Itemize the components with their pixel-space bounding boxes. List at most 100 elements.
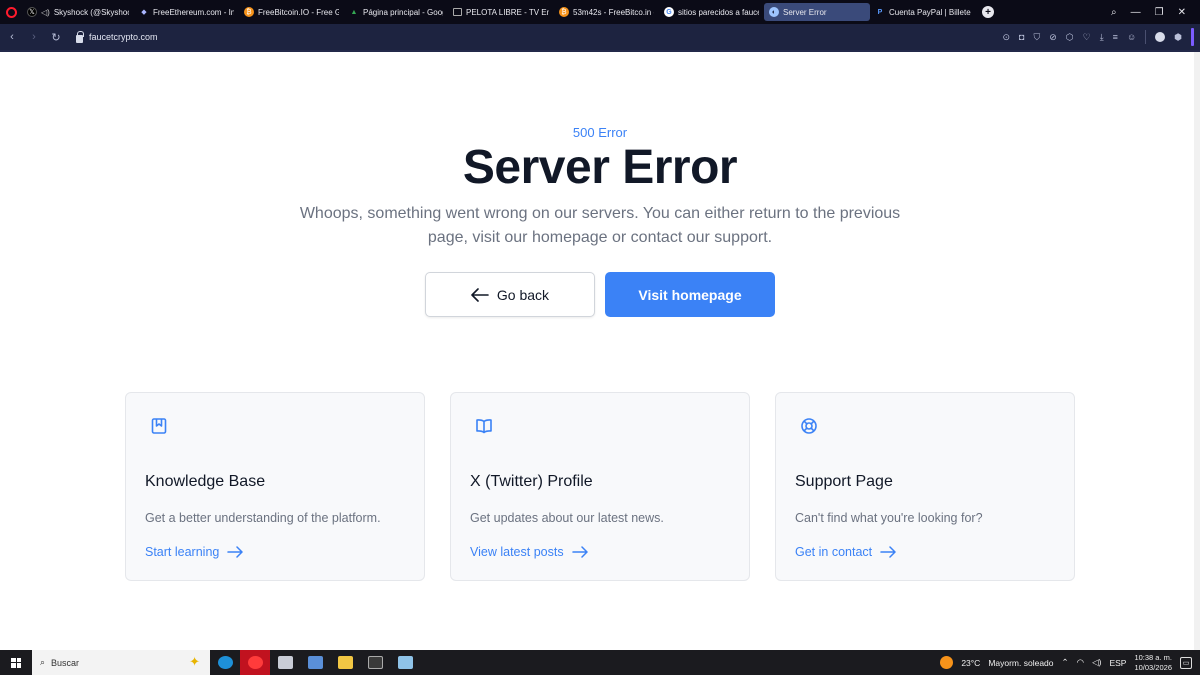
close-icon[interactable]: ✕ xyxy=(1178,7,1186,18)
lifebuoy-icon xyxy=(801,418,817,434)
vpn-shield-icon[interactable]: ⛉ xyxy=(1033,32,1040,43)
tab-skyshock[interactable]: 𝕏 ◁) Skyshock (@Skyshock xyxy=(22,3,134,21)
clapperboard-icon xyxy=(367,656,383,669)
bitcoin-icon: ₿ xyxy=(244,7,254,17)
folder-icon xyxy=(337,656,353,669)
search-placeholder: Buscar xyxy=(51,657,80,668)
system-tray: 23°C Mayorm. soleado ⌃ ◠ ◁) ESP 10:38 a.… xyxy=(940,653,1200,673)
arrow-right-icon xyxy=(571,546,588,558)
card-title: X (Twitter) Profile xyxy=(470,473,593,490)
tab-label: FreeBitcoin.IO - Free Gam xyxy=(258,7,339,17)
paypal-icon: P xyxy=(877,8,883,16)
window-controls: ⌕ — ❐ ✕ xyxy=(1111,7,1200,18)
opera-icon xyxy=(247,656,263,669)
language-indicator[interactable]: ESP xyxy=(1109,658,1126,668)
tab-google-search[interactable]: G sitios parecidos a faucetcr xyxy=(659,3,764,21)
volume-icon[interactable]: ◁) xyxy=(1092,657,1101,668)
chevron-up-icon[interactable]: ⌃ xyxy=(1062,657,1069,668)
tab-freeethereum[interactable]: ◆ FreeEthereum.com - Index xyxy=(134,3,239,21)
support-page-card: Support Page Can't find what you're look… xyxy=(775,392,1075,581)
error-code: 500 Error xyxy=(572,125,628,140)
download-icon[interactable]: ⤓ xyxy=(1100,32,1104,43)
divider xyxy=(1145,30,1147,44)
tab-paypal[interactable]: P Cuenta PayPal | Billetera m xyxy=(870,3,976,21)
x-icon: 𝕏 xyxy=(27,7,37,17)
card-link-label: Get in contact xyxy=(795,545,873,559)
menu-lines-icon[interactable]: ≡ xyxy=(1113,32,1118,42)
weather-temp[interactable]: 23°C xyxy=(961,658,980,668)
tab-freebitco-in[interactable]: ₿ 53m42s - FreeBitco.in - W xyxy=(554,3,659,21)
minimize-icon[interactable]: — xyxy=(1131,7,1141,18)
visit-homepage-button[interactable]: Visit homepage xyxy=(605,272,775,317)
tab-google-sites[interactable]: ▲ Página principal - Google xyxy=(344,3,448,21)
taskbar-app-3[interactable] xyxy=(270,650,300,675)
tv-icon xyxy=(453,8,462,16)
page-scrollbar[interactable] xyxy=(1194,52,1200,650)
bitcoin-icon: ₿ xyxy=(559,7,569,17)
profile-icon[interactable]: ☺ xyxy=(1127,32,1136,42)
weather-desc[interactable]: Mayorm. soleado xyxy=(988,658,1053,668)
sidebar-handle[interactable] xyxy=(1191,28,1194,46)
book-open-icon xyxy=(476,419,492,434)
lock-icon xyxy=(76,30,84,43)
ethereum-icon: ◆ xyxy=(141,9,147,16)
clock-date: 10/03/2026 xyxy=(1134,662,1172,672)
card-description: Get updates about our latest news. xyxy=(470,511,664,525)
taskbar-opera[interactable] xyxy=(240,650,270,675)
start-button[interactable] xyxy=(0,650,32,675)
tab-label: sitios parecidos a faucetcr xyxy=(678,7,759,17)
tab-server-error[interactable]: ◐ Server Error xyxy=(764,3,870,21)
heart-icon[interactable]: ♡ xyxy=(1083,32,1091,43)
notification-icon[interactable]: ▭ xyxy=(1180,656,1192,669)
taskbar-edge[interactable] xyxy=(210,650,240,675)
copilot-sparkle-icon: ✦ xyxy=(189,654,200,669)
opera-menu-icon[interactable] xyxy=(0,0,22,24)
adblock-icon[interactable]: ⊘ xyxy=(1049,32,1057,43)
get-in-contact-link[interactable]: Get in contact xyxy=(795,545,897,559)
camera-icon[interactable]: ◘ xyxy=(1019,32,1024,42)
bookmark-icon xyxy=(151,418,167,434)
taskbar-app-6[interactable] xyxy=(360,650,390,675)
tab-freebitcoin-io[interactable]: ₿ FreeBitcoin.IO - Free Gam xyxy=(239,3,344,21)
weather-icon xyxy=(940,656,954,669)
tab-label: Server Error xyxy=(783,7,827,17)
taskbar-clock[interactable]: 10:38 a. m. 10/03/2026 xyxy=(1134,653,1172,673)
taskbar-file-explorer[interactable] xyxy=(330,650,360,675)
wifi-icon[interactable]: ◠ xyxy=(1077,657,1084,668)
arrow-left-icon xyxy=(471,287,489,302)
forward-arrow-icon[interactable]: › xyxy=(28,31,40,43)
tab-label: Skyshock (@Skyshock xyxy=(53,7,129,17)
url-text: faucetcrypto.com xyxy=(89,32,158,42)
reload-icon[interactable]: ↻ xyxy=(50,31,62,44)
address-bar: ‹ › ↻ faucetcrypto.com ⊙ ◘ ⛉ ⊘ ⬡ ♡ ⤓ ≡ ☺… xyxy=(0,24,1200,50)
taskbar-app-7[interactable] xyxy=(390,650,420,675)
computer-icon xyxy=(277,656,293,669)
tab-pelota-libre[interactable]: PELOTA LIBRE - TV En Vivo xyxy=(448,3,554,21)
tab-label: FreeEthereum.com - Index xyxy=(153,7,234,17)
view-latest-posts-link[interactable]: View latest posts xyxy=(470,545,589,559)
lens-search-icon[interactable]: ⊙ xyxy=(1002,32,1010,43)
back-arrow-icon[interactable]: ‹ xyxy=(6,31,18,43)
new-tab-plus-icon[interactable]: + xyxy=(982,6,994,18)
search-icon: ⌕ xyxy=(40,657,46,667)
tab-label: 53m42s - FreeBitco.in - W xyxy=(573,7,654,17)
notepad-icon xyxy=(397,656,413,669)
arrow-right-icon xyxy=(227,546,244,558)
go-back-button[interactable]: Go back xyxy=(425,272,595,317)
tab-search-icon[interactable]: ⌕ xyxy=(1111,7,1117,18)
ai-extension-icon[interactable] xyxy=(1155,32,1166,42)
arrow-right-icon xyxy=(880,546,896,558)
mute-icon[interactable]: ◁) xyxy=(41,8,50,17)
error-description: Whoops, something went wrong on our serv… xyxy=(299,205,901,246)
google-icon: G xyxy=(664,7,674,17)
extensions-cube-icon[interactable]: ⬡ xyxy=(1066,32,1074,43)
restore-icon[interactable]: ❐ xyxy=(1155,7,1164,18)
edge-icon xyxy=(217,656,233,669)
taskbar-search[interactable]: ⌕ Buscar ✦ xyxy=(32,650,210,675)
tab-strip: 𝕏 ◁) Skyshock (@Skyshock ◆ FreeEthereum.… xyxy=(0,0,1200,24)
card-title: Support Page xyxy=(795,473,893,490)
start-learning-link[interactable]: Start learning xyxy=(145,545,244,559)
url-field[interactable]: faucetcrypto.com xyxy=(76,30,158,43)
box-extension-icon[interactable]: ⬢ xyxy=(1174,32,1182,43)
taskbar-app-4[interactable] xyxy=(300,650,330,675)
